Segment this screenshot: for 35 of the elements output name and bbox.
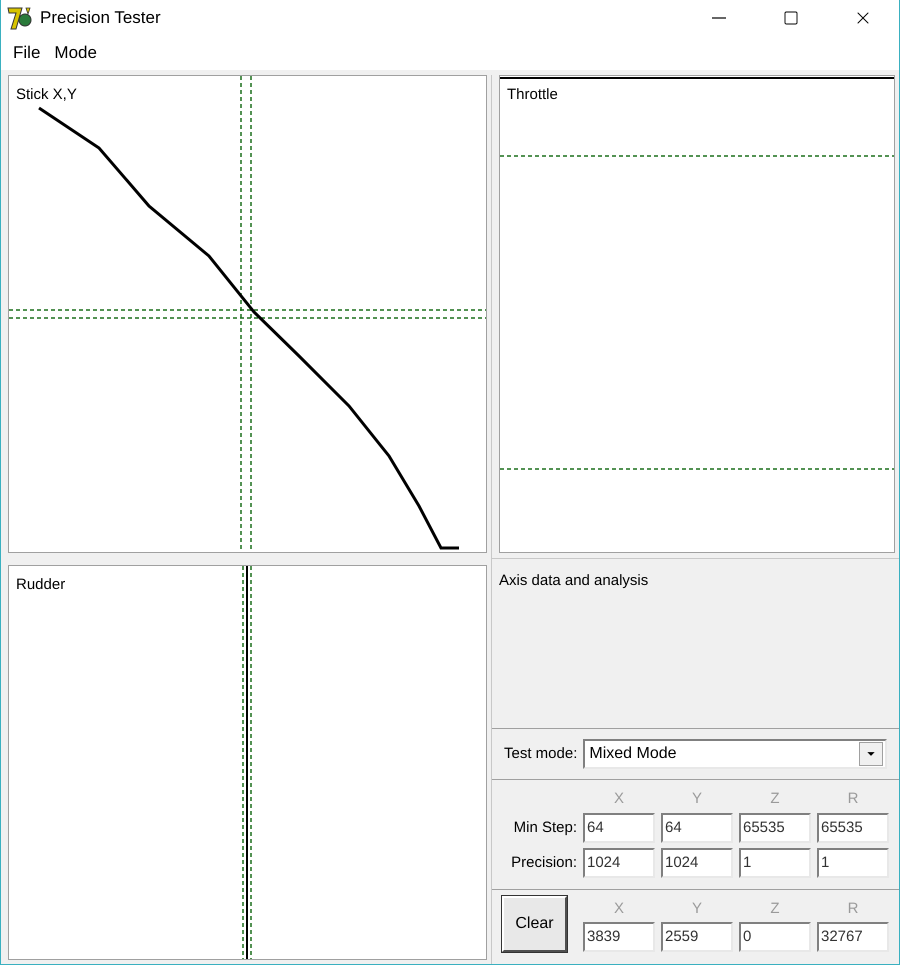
minimize-icon [712,17,726,19]
value-field[interactable]: 64 [661,812,733,843]
plot-title: Throttle [507,85,558,105]
column-header: R [846,898,860,918]
value-field[interactable]: 32767 [817,922,889,952]
test-mode-dropdown[interactable]: Mixed Mode [583,739,887,769]
value-field[interactable]: 1024 [583,848,655,878]
value-field[interactable]: 1 [739,848,811,878]
plot-title: Stick X,Y [16,85,77,105]
value-field[interactable]: 1 [817,848,889,878]
clear-button[interactable]: Clear [502,896,567,952]
column-header: Y [690,898,703,918]
value-field[interactable]: 64 [583,812,655,843]
plot-title: Rudder [16,575,66,595]
column-header: R [846,789,860,810]
menu-item[interactable]: Mode [47,40,104,66]
app-logo-icon [6,5,34,31]
column-header: Z [769,898,781,918]
column-header: X [612,789,625,810]
value-field[interactable]: 2559 [661,922,733,952]
column-header: X [612,898,625,918]
row-label: Min Step: [514,818,577,838]
analysis-title: Axis data and analysis [499,572,648,589]
value-field[interactable]: 3839 [583,922,655,952]
maximize-icon [783,10,799,26]
value-field[interactable]: 1024 [661,848,733,878]
value-field[interactable]: 65535 [739,812,811,843]
row-label: Precision: [511,852,577,872]
column-header: Y [690,789,703,810]
value-field[interactable]: 0 [739,922,811,952]
value-field[interactable]: 65535 [817,812,889,843]
test-mode-label: Test mode: [504,744,578,764]
column-header: Z [769,789,781,810]
menu-item[interactable]: File [6,40,48,66]
window-title: Precision Tester [40,7,161,30]
